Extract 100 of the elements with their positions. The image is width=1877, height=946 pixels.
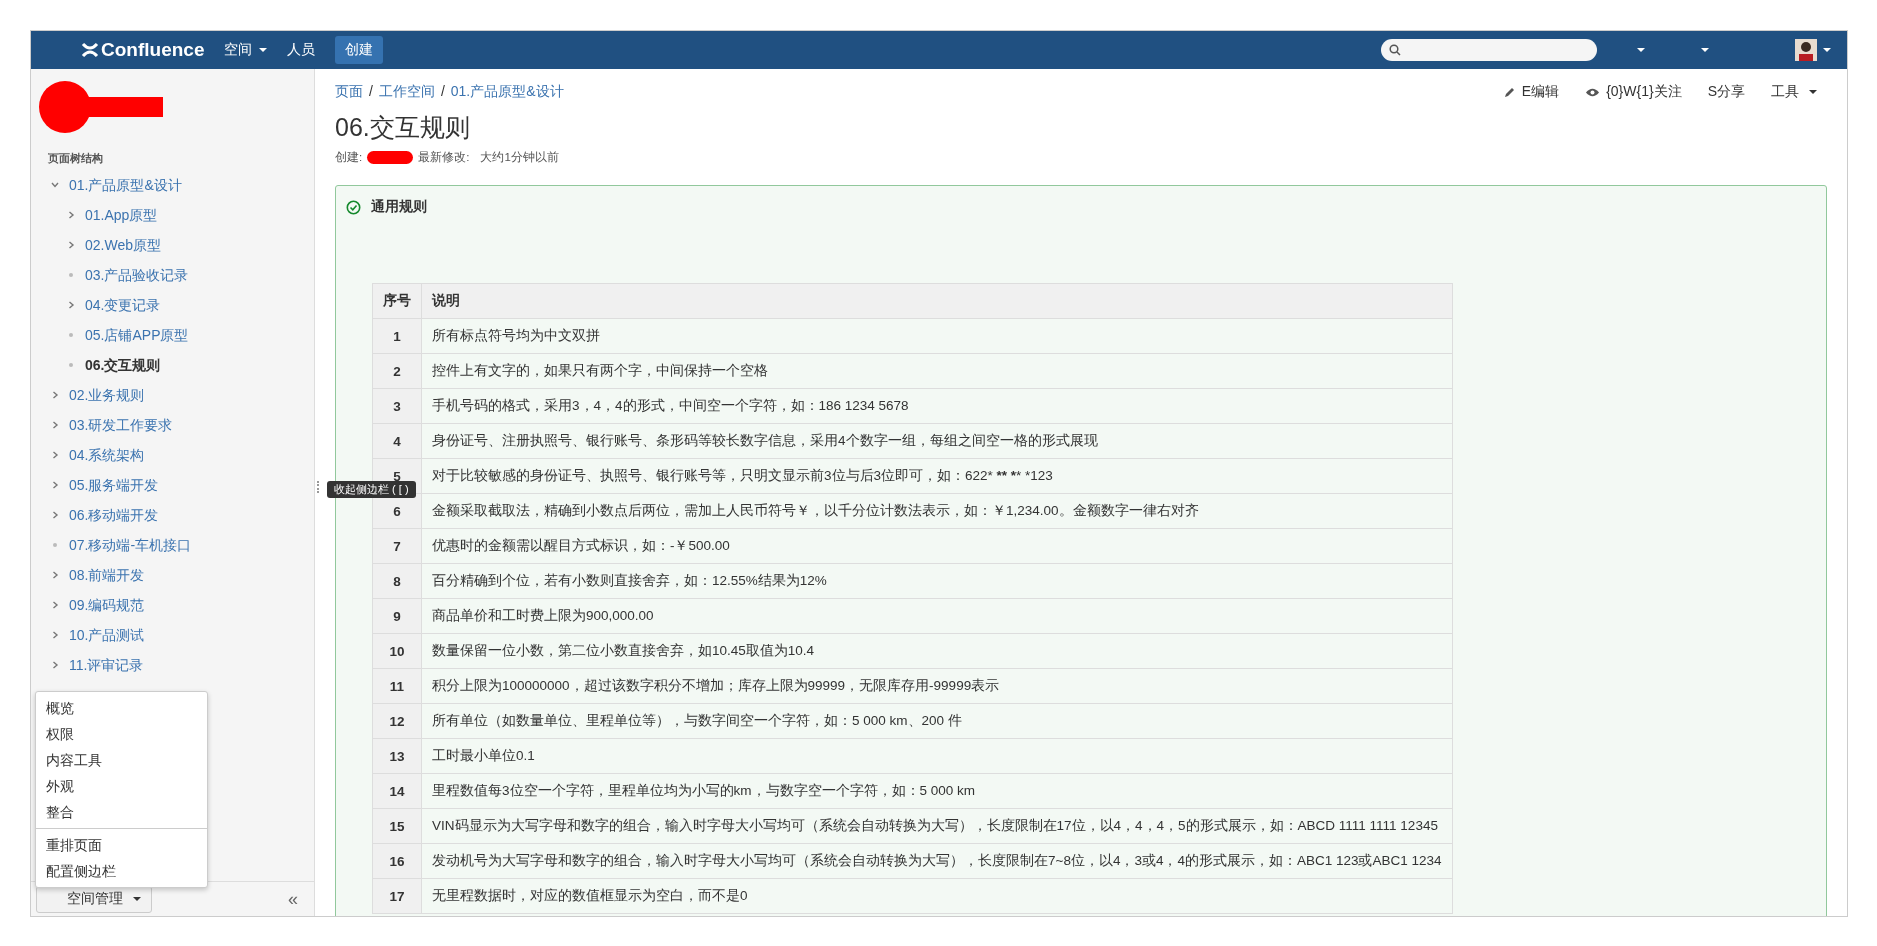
tree-item[interactable]: 06.移动端开发 xyxy=(31,500,314,530)
user-avatar-icon[interactable] xyxy=(1795,39,1817,61)
table-cell: 15 xyxy=(372,808,422,844)
tree-item[interactable]: 04.变更记录 xyxy=(31,290,314,320)
table-cell: 工时最小单位0.1 xyxy=(421,738,1453,774)
table-cell: 11 xyxy=(372,668,422,704)
page-title: 06.交互规则 xyxy=(335,112,471,143)
modified-label: 最新修改: xyxy=(418,150,470,165)
chevron-right-icon[interactable] xyxy=(50,390,60,400)
column-header: 说明 xyxy=(421,283,1453,319)
table-cell: 10 xyxy=(372,633,422,669)
table-cell: 14 xyxy=(372,773,422,809)
tree-item[interactable]: 05.服务端开发 xyxy=(31,470,314,500)
check-circle-icon xyxy=(346,199,361,215)
tree-item[interactable]: 02.Web原型 xyxy=(31,230,314,260)
table-cell: 1 xyxy=(372,318,422,354)
table-cell: 13 xyxy=(372,738,422,774)
chevron-right-icon[interactable] xyxy=(50,450,60,460)
chevron-right-icon[interactable] xyxy=(66,240,76,250)
page-action-link[interactable]: {0}W{1}关注 xyxy=(1585,83,1682,101)
table-cell: 2 xyxy=(372,353,422,389)
bullet-icon xyxy=(50,540,60,550)
table-cell: 商品单价和工时费上限为900,000.00 xyxy=(421,598,1453,634)
bullet-icon xyxy=(66,330,76,340)
tree-item[interactable]: 11.评审记录 xyxy=(31,650,314,680)
tree-item[interactable]: 07.移动端-车机接口 xyxy=(31,530,314,560)
chevron-right-icon[interactable] xyxy=(50,420,60,430)
tooltip: 收起侧边栏 ( [ ) xyxy=(327,481,416,498)
tree-heading: 页面树结构 xyxy=(47,151,104,166)
table-cell: 4 xyxy=(372,423,422,459)
pencil-icon xyxy=(1502,85,1516,99)
table-cell: 8 xyxy=(372,563,422,599)
chevron-down-icon[interactable] xyxy=(50,180,60,190)
nav-link[interactable]: 空间 xyxy=(224,41,268,59)
column-header: 序号 xyxy=(372,283,422,319)
chevron-right-icon[interactable] xyxy=(66,210,76,220)
chevron-right-icon[interactable] xyxy=(50,570,60,580)
table-cell: 金额采取截取法，精确到小数点后两位，需加上人民币符号￥，以千分位计数法表示，如：￥1,234.00。金额数字一律右对齐 xyxy=(421,493,1453,529)
tree-item[interactable]: 01.产品原型&设计 xyxy=(31,170,314,200)
table-cell: 数量保留一位小数，第二位小数直接舍弃，如10.45取值为10.4 xyxy=(421,633,1453,669)
table-cell: 里程数值每3位空一个字符，里程单位均为小写的km，与数字空一个字符，如：5 000 km xyxy=(421,773,1453,809)
table-cell: 手机号码的格式，采用3，4，4的形式，中间空一个字符，如：186 1234 5678 xyxy=(421,388,1453,424)
tree-item[interactable]: 05.店铺APP原型 xyxy=(31,320,314,350)
help-menu-caret-icon[interactable] xyxy=(1637,48,1645,52)
page-action-link[interactable]: 工具 xyxy=(1771,83,1817,101)
menu-item[interactable]: 整合 xyxy=(36,799,207,825)
bullet-icon xyxy=(66,270,76,280)
breadcrumb-link[interactable]: 工作空间 xyxy=(378,83,435,101)
tree-item[interactable]: 02.业务规则 xyxy=(31,380,314,410)
table-cell: 优惠时的金额需以醒目方式标识，如：-￥500.00 xyxy=(421,528,1453,564)
tree-item[interactable]: 01.App原型 xyxy=(31,200,314,230)
nav-link[interactable]: 人员 xyxy=(287,41,316,59)
logo-icon xyxy=(81,42,99,58)
notification-menu-caret-icon[interactable] xyxy=(1701,48,1709,52)
chevron-right-icon[interactable] xyxy=(50,600,60,610)
chevron-right-icon[interactable] xyxy=(50,480,60,490)
table-cell: 发动机号为大写字母和数字的组合，输入时字母大小写均可（系统会自动转换为大写），长度限制在7~8位，以4，3或4，4的形式展示，如：ABC1 123或ABC1 1234 xyxy=(421,843,1453,879)
tree-item[interactable]: 09.编码规范 xyxy=(31,590,314,620)
chevron-right-icon[interactable] xyxy=(50,510,60,520)
modified-time: 大约1分钟以前 xyxy=(480,150,559,165)
tree-item[interactable]: 03.研发工作要求 xyxy=(31,410,314,440)
breadcrumb-link[interactable]: 页面 xyxy=(335,83,363,101)
menu-item[interactable]: 配置侧边栏 xyxy=(36,858,207,884)
table-cell: 控件上有文字的，如果只有两个字，中间保持一个空格 xyxy=(421,353,1453,389)
tree-item[interactable]: 06.交互规则 xyxy=(31,350,314,380)
chevron-right-icon[interactable] xyxy=(66,300,76,310)
table-cell: VIN码显示为大写字母和数字的组合，输入时字母大小写均可（系统会自动转换为大写），长度限制在17位，以4，4，4，5的形式展示，如：ABCD 1111 1111 12345 xyxy=(421,808,1453,844)
chevron-right-icon[interactable] xyxy=(50,630,60,640)
table-cell: 无里程数据时，对应的数值框显示为空白，而不是0 xyxy=(421,878,1453,914)
confluence-logo[interactable]: Confluence xyxy=(81,39,205,61)
breadcrumb-separator: / xyxy=(369,83,373,101)
eye-icon xyxy=(1585,86,1601,98)
menu-item[interactable]: 概览 xyxy=(36,695,207,721)
table-cell: 17 xyxy=(372,878,422,914)
search-icon xyxy=(1389,44,1401,56)
resize-handle-icon[interactable] xyxy=(317,481,321,493)
tree-item[interactable]: 04.系统架构 xyxy=(31,440,314,470)
menu-item[interactable]: 重排页面 xyxy=(36,832,207,858)
table-cell: 对于比较敏感的身份证号、执照号、银行账号等，只明文显示前3位与后3位即可，如：622* ** ** *123 xyxy=(421,458,1453,494)
chevron-right-icon[interactable] xyxy=(50,660,60,670)
bullet-icon xyxy=(66,360,76,370)
redaction-mark xyxy=(367,151,414,164)
tree-item[interactable]: 08.前端开发 xyxy=(31,560,314,590)
table-cell: 所有标点符号均为中文双拼 xyxy=(421,318,1453,354)
search-field[interactable] xyxy=(1381,39,1597,61)
table-cell: 16 xyxy=(372,843,422,879)
tree-item[interactable]: 10.产品测试 xyxy=(31,620,314,650)
create-button[interactable]: 创建 xyxy=(335,36,384,64)
menu-item[interactable]: 内容工具 xyxy=(36,747,207,773)
user-menu-caret-icon[interactable] xyxy=(1823,48,1831,52)
tree-item[interactable]: 03.产品验收记录 xyxy=(31,260,314,290)
table-cell: 积分上限为100000000，超过该数字积分不增加；库存上限为99999，无限库存用-99999表示 xyxy=(421,668,1453,704)
table-cell: 百分精确到个位，若有小数则直接舍弃，如：12.55%结果为12% xyxy=(421,563,1453,599)
breadcrumb-link[interactable]: 01.产品原型&设计 xyxy=(450,83,564,101)
page-action-link[interactable]: E编辑 xyxy=(1502,83,1560,101)
page-action-link[interactable]: S分享 xyxy=(1707,83,1745,101)
table-cell: 9 xyxy=(372,598,422,634)
menu-item[interactable]: 外观 xyxy=(36,773,207,799)
collapse-sidebar-link[interactable]: « xyxy=(288,888,298,910)
menu-item[interactable]: 权限 xyxy=(36,721,207,747)
